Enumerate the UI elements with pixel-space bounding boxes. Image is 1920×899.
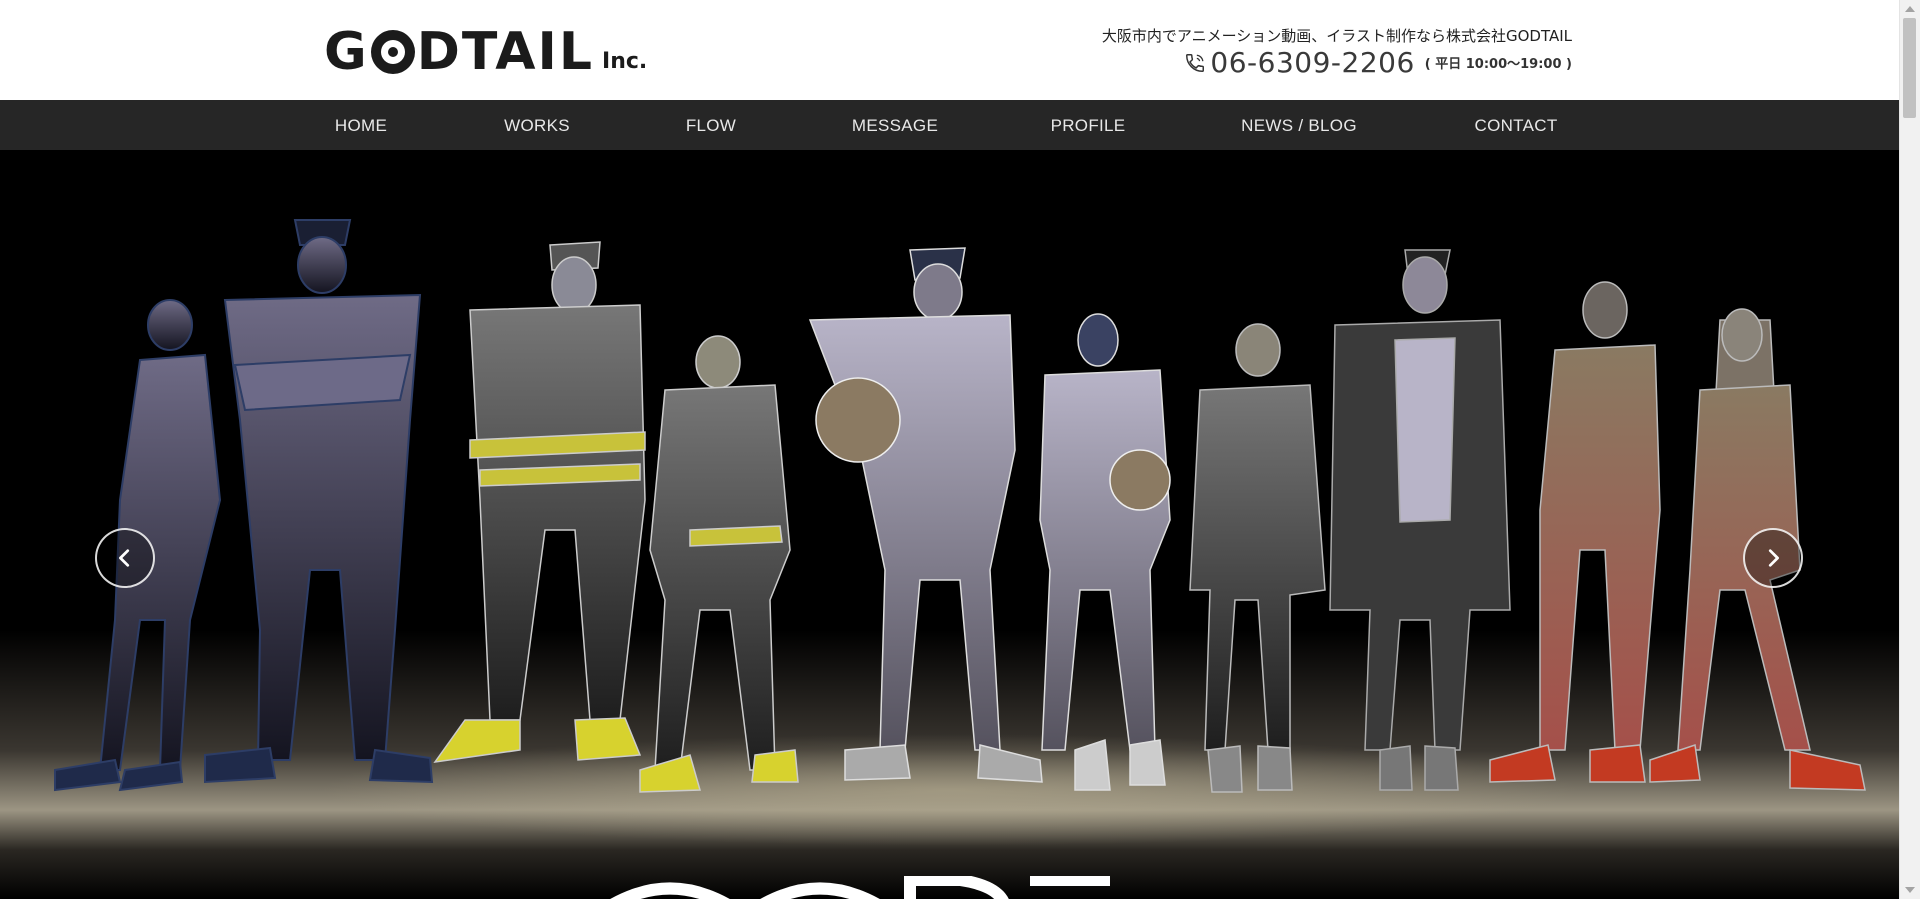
header-phone[interactable]: 06-6309-2206 ( 平日 10:00〜19:00 ): [1184, 46, 1572, 79]
header-tagline: 大阪市内でアニメーション動画、イラスト制作なら株式会社GODTAIL: [1101, 27, 1572, 45]
nav-item-news-blog[interactable]: NEWS / BLOG: [1236, 100, 1362, 150]
nav-item-profile[interactable]: PROFILE: [1040, 100, 1136, 150]
site-logo[interactable]: G DTAIL Inc.: [324, 20, 647, 82]
character-woman-black-coat: [1189, 323, 1326, 793]
chevron-left-icon: [119, 549, 130, 567]
logo-suffix: Inc.: [602, 49, 648, 74]
page-scrollbar[interactable]: [1899, 0, 1920, 899]
logo-eye-icon: [370, 30, 415, 74]
hero-slider: [0, 150, 1900, 899]
nav-item-works[interactable]: WORKS: [496, 100, 578, 150]
character-astronaut-woman: [1039, 313, 1171, 791]
slider-prev-button[interactable]: [95, 528, 155, 588]
scroll-down-arrow-icon[interactable]: [1905, 887, 1915, 893]
business-hours: ( 平日 10:00〜19:00 ): [1424, 57, 1572, 72]
nav-item-home[interactable]: HOME: [320, 100, 402, 150]
hero-logo-partial: [610, 876, 1110, 899]
phone-number[interactable]: 06-6309-2206: [1210, 46, 1414, 79]
character-astronaut-man: [808, 247, 1043, 783]
site-header: G DTAIL Inc. 大阪市内でアニメーション動画、イラスト制作なら株式会社G…: [0, 0, 1900, 100]
character-firefighter-woman: [639, 335, 799, 793]
main-nav: HOME WORKS FLOW MESSAGE PROFILE NEWS / B…: [0, 100, 1900, 150]
hero-illustration: [54, 219, 1866, 793]
scroll-thumb[interactable]: [1903, 18, 1916, 118]
character-police-man: [204, 219, 434, 784]
nav-item-message[interactable]: MESSAGE: [845, 100, 945, 150]
nav-item-flow[interactable]: FLOW: [670, 100, 752, 150]
nav-item-contact[interactable]: CONTACT: [1468, 100, 1564, 150]
phone-icon: [1186, 53, 1205, 72]
character-man-jacket: [1329, 249, 1511, 791]
slider-next-button[interactable]: [1743, 528, 1803, 588]
chevron-right-icon: [1768, 549, 1779, 567]
character-firefighter-man: [433, 241, 646, 763]
scroll-up-arrow-icon[interactable]: [1905, 6, 1915, 12]
logo-wordmark: G DTAIL: [324, 22, 595, 82]
character-man-red-pants: [1489, 281, 1661, 783]
